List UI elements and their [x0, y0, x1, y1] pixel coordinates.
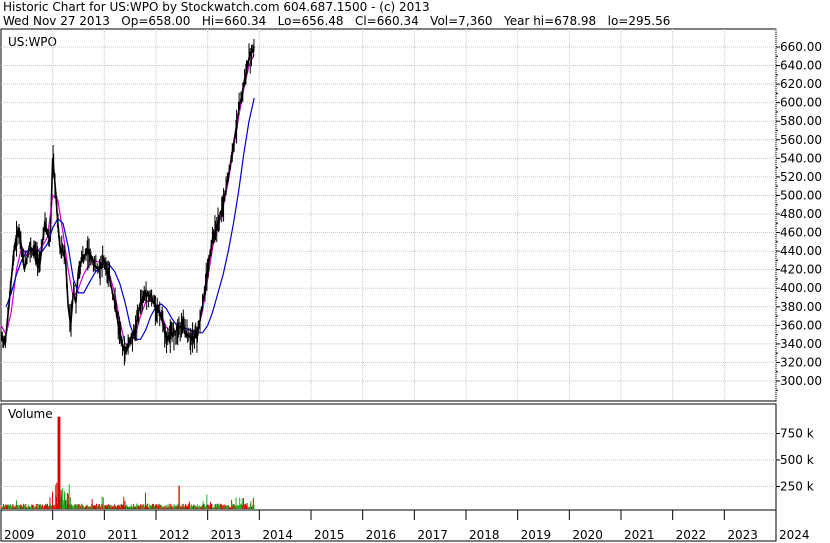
x-tick-label: 2024 [779, 528, 810, 542]
price-tick-label: 660.00 [780, 40, 822, 54]
price-tick-label: 520.00 [780, 170, 822, 184]
x-tick-label: 2013 [211, 528, 242, 542]
volume-tick-label: 500 k [780, 453, 814, 467]
volume-tick-label: 250 k [780, 480, 814, 494]
price-tick-label: 580.00 [780, 114, 822, 128]
volume-label: Volume [8, 407, 53, 421]
price-tick-label: 440.00 [780, 244, 822, 258]
price-tick-label: 640.00 [780, 59, 822, 73]
price-tick-label: 500.00 [780, 188, 822, 202]
price-tick-label: 560.00 [780, 133, 822, 147]
x-tick-label: 2010 [56, 528, 87, 542]
price-tick-label: 480.00 [780, 207, 822, 221]
x-tick-label: 2018 [469, 528, 500, 542]
price-tick-label: 460.00 [780, 226, 822, 240]
x-tick-label: 2020 [572, 528, 603, 542]
price-axis: 660.00 640.00 620.00 600.00 580.00 560.00 540.… [776, 40, 822, 391]
x-tick-label: 2011 [107, 528, 138, 542]
price-panel [0, 28, 777, 402]
price-tick-label: 400.00 [780, 281, 822, 295]
price-tick-label: 340.00 [780, 337, 822, 351]
volume-axis: 750 k 500 k 250 k [776, 427, 814, 494]
volume-panel [0, 403, 777, 511]
price-tick-label: 540.00 [780, 151, 822, 165]
historic-chart: US:WPO 660.00640.00620.00600.00580.00560… [0, 28, 822, 542]
x-tick-label: 2009 [4, 528, 35, 542]
price-tick-label: 320.00 [780, 355, 822, 369]
price-tick-label: 300.00 [780, 374, 822, 388]
price-tick-label: 600.00 [780, 96, 822, 110]
x-tick-label: 2022 [676, 528, 707, 542]
price-tick-label: 420.00 [780, 263, 822, 277]
x-tick-label: 2021 [624, 528, 655, 542]
x-tick-label: 2015 [314, 528, 345, 542]
x-tick-label: 2014 [262, 528, 293, 542]
x-tick-label: 2023 [727, 528, 758, 542]
x-tick-label: 2012 [159, 528, 190, 542]
volume-tick-label: 750 k [780, 427, 814, 441]
x-tick-label: 2016 [366, 528, 397, 542]
price-tick-label: 380.00 [780, 300, 822, 314]
price-tick-label: 360.00 [780, 318, 822, 332]
price-tick-label: 620.00 [780, 77, 822, 91]
x-tick-label: 2017 [417, 528, 448, 542]
x-tick-label: 2019 [521, 528, 552, 542]
